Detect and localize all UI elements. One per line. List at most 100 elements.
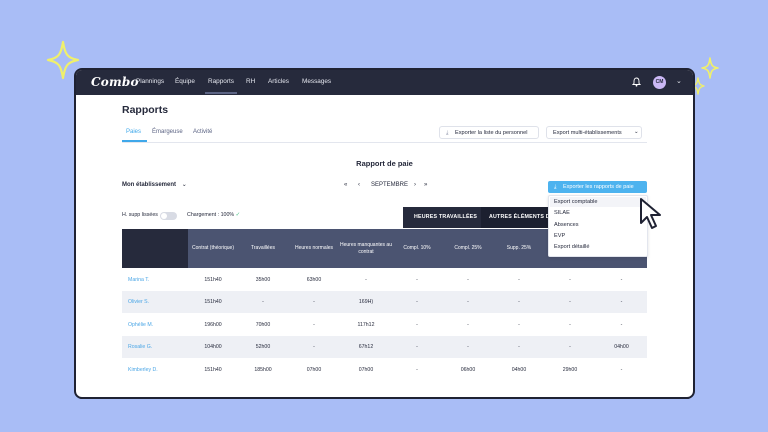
table-cell: - <box>620 299 623 305</box>
column-header[interactable]: Travaillées <box>238 229 288 268</box>
table-cell: - <box>569 277 571 283</box>
logo[interactable]: Combo <box>91 75 139 89</box>
name-column-header <box>122 229 188 268</box>
tab-emargeuse[interactable]: Émargeuse <box>152 129 183 135</box>
employee-name[interactable]: Kimberley D. <box>122 359 188 381</box>
table-cell: - <box>518 322 520 328</box>
column-header[interactable]: Heures manquantes au contrat <box>340 229 392 268</box>
download-icon: ⤓ <box>446 130 449 136</box>
loading-status: Chargement : 100% ✓ <box>187 212 240 218</box>
table-cell: - <box>569 322 571 328</box>
next-month-icon[interactable]: › <box>414 182 416 188</box>
table-cell: 151h40 <box>204 299 222 305</box>
group-header-label: HEURES TRAVAILLÉES <box>414 214 478 220</box>
table-cell: 07h00 <box>306 367 322 373</box>
group-header-hours: HEURES TRAVAILLÉES <box>403 207 481 228</box>
table-cell: - <box>620 322 623 328</box>
column-header[interactable]: Compl. 10% <box>392 229 442 268</box>
employee-name[interactable]: Marina T. <box>122 269 188 291</box>
table-cell: - <box>416 322 418 328</box>
table-cell: 151h40 <box>204 367 222 373</box>
table-cell: - <box>569 299 571 305</box>
toggle-label: H. supp lissées <box>122 212 158 218</box>
table-cell: 52h00 <box>255 344 271 350</box>
chevron-down-icon[interactable]: ⌄ <box>676 77 682 85</box>
table-cell: 169H) <box>358 299 374 305</box>
export-multi-button[interactable]: Export multi-établissements ⌄ <box>546 126 642 139</box>
chevron-down-icon: ⌄ <box>634 129 639 135</box>
table-cell: - <box>518 344 520 350</box>
check-icon: ✓ <box>235 212 241 218</box>
employee-name[interactable]: Olivier S. <box>122 291 188 313</box>
table-cell: - <box>518 299 520 305</box>
table-cell: 67h12 <box>358 344 374 350</box>
nav-item-rapports[interactable]: Rapports <box>205 78 237 94</box>
export-payroll-button[interactable]: ⤓ Exporter les rapports de paie <box>548 181 647 193</box>
table-cell: - <box>365 277 367 283</box>
tab-activite[interactable]: Activité <box>193 129 212 135</box>
loading-label: Chargement : 100% <box>187 212 235 218</box>
table-cell: 185h00 <box>254 367 272 373</box>
smoothed-overtime-toggle[interactable] <box>160 212 177 220</box>
table-cell: 104h00 <box>204 344 222 350</box>
employee-name[interactable]: Rosalie G. <box>122 336 188 358</box>
table-row[interactable]: Ophélie M. 196h00 70h00 - 117h12 - - - -… <box>122 314 647 336</box>
report-title: Rapport de paie <box>356 159 413 168</box>
table-cell: 29h00 <box>562 367 578 373</box>
table-cell: - <box>416 344 418 350</box>
column-header[interactable]: Compl. 25% <box>442 229 494 268</box>
employee-name[interactable]: Ophélie M. <box>122 314 188 336</box>
table-row[interactable]: Rosalie G. 104h00 52h00 - 67h12 - - - - … <box>122 336 647 358</box>
export-menu: Export comptable SILAE Absences EVP Expo… <box>548 195 648 257</box>
cursor-icon <box>640 198 661 229</box>
menu-item-absences[interactable]: Absences <box>554 222 579 228</box>
table-cell: 04h00 <box>511 367 527 373</box>
top-navigation: Combo Plannings Équipe Rapports RH Artic… <box>76 70 693 95</box>
menu-item-export-detaille[interactable]: Export détaillé <box>554 244 589 250</box>
nav-item-rh[interactable]: RH <box>246 78 255 85</box>
export-staff-button[interactable]: ⤓ Exporter la liste du personnel <box>439 126 539 139</box>
table-cell: - <box>620 277 623 283</box>
download-icon: ⤓ <box>554 184 557 190</box>
table-row[interactable]: Kimberley D. 151h40 185h00 07h00 07h00 -… <box>122 359 647 381</box>
group-header-label: AUTRES ÉLÉMENTS DE <box>489 214 554 220</box>
chevron-down-icon: ⌄ <box>181 182 187 188</box>
nav-item-equipe[interactable]: Équipe <box>175 78 195 85</box>
menu-item-export-comptable[interactable]: Export comptable <box>554 199 598 205</box>
column-header[interactable]: Contrat (théorique) <box>188 229 238 268</box>
prev-month-icon[interactable]: ‹ <box>358 182 360 188</box>
tabs-divider <box>122 142 647 143</box>
month-label: SEPTEMBRE <box>371 182 409 188</box>
tab-paies[interactable]: Paies <box>126 129 141 135</box>
export-multi-label: Export multi-établissements <box>553 130 622 136</box>
column-header[interactable]: Supp. 25% <box>494 229 544 268</box>
bell-icon[interactable] <box>632 77 641 87</box>
table-cell: - <box>467 299 469 305</box>
table-cell: - <box>569 344 571 350</box>
menu-item-silae[interactable]: SILAE <box>554 210 570 216</box>
establishment-value: Mon établissement <box>122 182 177 188</box>
nav-item-messages[interactable]: Messages <box>302 78 331 85</box>
table-cell: - <box>467 322 469 328</box>
establishment-select[interactable]: Mon établissement ⌄ <box>122 181 187 188</box>
table-cell: 07h00 <box>358 367 374 373</box>
sparkle-icon <box>46 40 80 80</box>
table-cell: 63h00 <box>306 277 322 283</box>
avatar[interactable]: CM <box>653 76 666 89</box>
table-row[interactable]: Marina T. 151h40 35h00 63h00 - - - - - - <box>122 269 647 291</box>
table-cell: - <box>416 299 418 305</box>
menu-item-evp[interactable]: EVP <box>554 233 565 239</box>
table-cell: - <box>620 367 623 373</box>
column-header[interactable]: Heures normales <box>288 229 340 268</box>
table-row[interactable]: Olivier S. 151h40 - - 169H) - - - - - <box>122 291 647 313</box>
table-cell: 70h00 <box>255 322 271 328</box>
table-cell: - <box>313 299 315 305</box>
table-cell: 04h00 <box>614 344 629 350</box>
nav-item-articles[interactable]: Articles <box>268 78 289 85</box>
table-cell: - <box>467 344 469 350</box>
nav-item-plannings[interactable]: Plannings <box>136 78 164 85</box>
first-month-icon[interactable]: « <box>344 182 347 188</box>
last-month-icon[interactable]: » <box>424 182 427 188</box>
table-cell: 117h12 <box>357 322 375 328</box>
app-window: Combo Plannings Équipe Rapports RH Artic… <box>76 70 693 397</box>
